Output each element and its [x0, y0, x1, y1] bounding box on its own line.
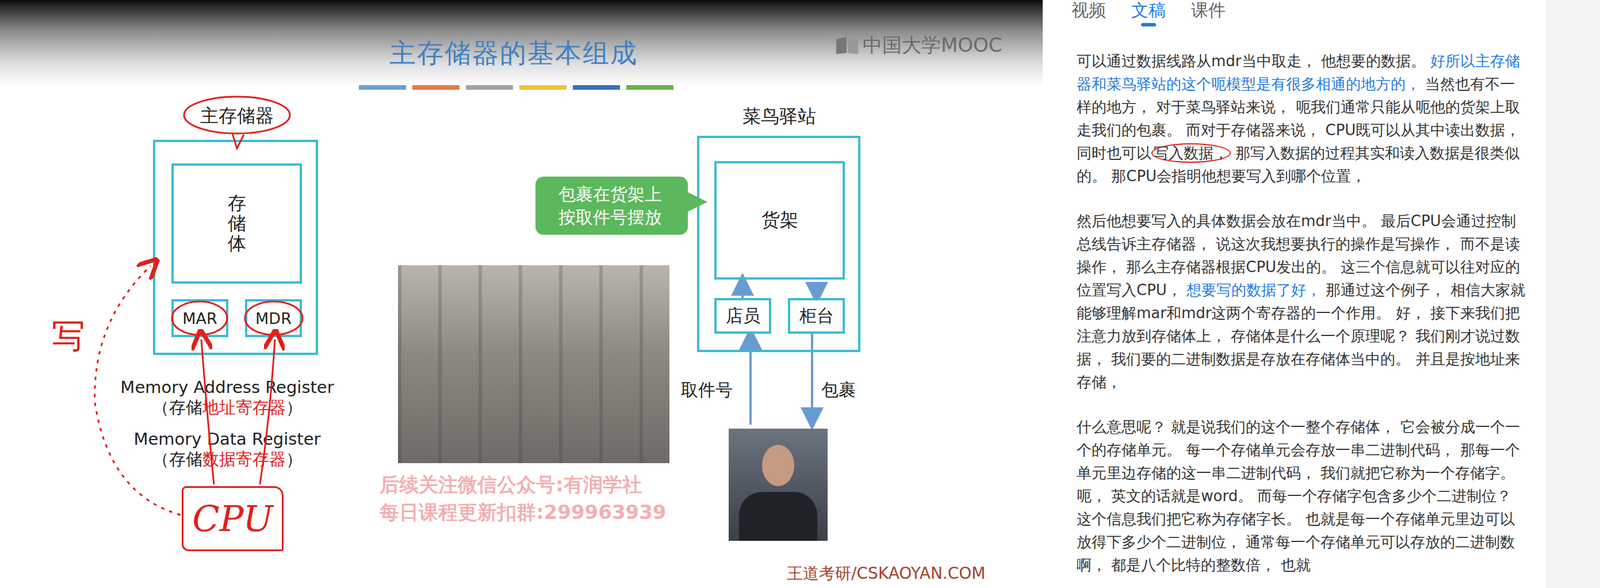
tab[interactable]: 视频	[1071, 0, 1106, 36]
legend-text: （存储	[152, 449, 203, 469]
stripe	[358, 85, 407, 90]
legend-text: 数据寄存器	[202, 449, 286, 469]
slide-footer: 王道考研/CSKAOYAN.COM	[786, 563, 986, 584]
callout: 包裹在货架上按取件号摆放	[535, 176, 688, 235]
title-stripes	[358, 85, 674, 90]
tab-label: 课件	[1191, 0, 1226, 21]
arrow	[741, 284, 744, 298]
legend-text: ）	[285, 397, 303, 417]
shelf-box: 货架	[714, 161, 845, 280]
panel-edge	[1545, 0, 1600, 588]
storage-box: 存储体	[171, 163, 302, 284]
legend-text: （存储	[152, 397, 203, 417]
video-frame[interactable]: 主存储器的基本组成中国大学MOOC主存储器存储体MARMDRMemory Add…	[0, 0, 1043, 588]
station-title: 菜鸟驿站	[736, 104, 823, 128]
transcript-text[interactable]: 想要写的数据了好，	[1186, 281, 1322, 299]
transcript-text[interactable]: 写入数据，	[1151, 143, 1231, 163]
tab-underline	[1141, 23, 1157, 27]
warehouse-photo	[397, 265, 670, 463]
counter-box: 店员	[714, 297, 772, 334]
stripe	[519, 85, 567, 90]
legend-chinese: （存储地址寄存器）	[97, 396, 357, 418]
tab[interactable]: 文稿	[1131, 0, 1166, 36]
tab-bar: 视频 文稿 课件	[1042, 0, 1546, 36]
pickup-number-label: 取件号	[680, 379, 733, 401]
circle-mark	[171, 301, 228, 335]
register-box: MDR	[245, 299, 302, 338]
dashed-arrow-mark	[94, 265, 181, 515]
side-panel: 视频 文稿 课件可以通过数据线路从mdr当中取走， 他想要的数据。 好所以主存储器和…	[1042, 0, 1600, 588]
legend-chinese: （存储数据寄存器）	[97, 448, 357, 470]
callout-pointer	[686, 191, 708, 213]
legend-english: Memory Address Register	[97, 377, 357, 397]
pointer-mark	[232, 133, 244, 149]
storage-label: 存储体	[227, 193, 247, 255]
stripe	[626, 85, 674, 90]
transcript-paragraph: 然后他想要写入的具体数据会放在mdr当中。 最后CPU会通过控制总线告诉主存储器…	[1076, 209, 1526, 394]
arrow	[810, 333, 814, 419]
tab-label: 文稿	[1131, 0, 1166, 21]
transcript-text[interactable]: 什么意思呢？ 就是说我们的这个一整个存储体， 它会被分成一个一个的存储单元。 每…	[1076, 418, 1521, 574]
stripe	[572, 85, 620, 90]
watermark-line: 后续关注微信公众号:有润学社	[379, 470, 667, 499]
mooc-logo: 中国大学MOOC	[835, 32, 1003, 59]
circle-mark	[245, 301, 303, 335]
parcel-label: 包裹	[821, 379, 856, 401]
handwritten-cpu: CPU	[181, 485, 284, 551]
arrow-mark	[259, 339, 275, 485]
stripe	[412, 85, 460, 90]
transcript-text[interactable]: 可以通过数据线路从mdr当中取走， 他想要的数据。	[1076, 52, 1431, 70]
panel-content: 视频 文稿 课件可以通过数据线路从mdr当中取走， 他想要的数据。 好所以主存储器和…	[1042, 0, 1546, 588]
register-legend: Memory Address Register（存储地址寄存器）Memory D…	[97, 377, 357, 481]
stripe	[465, 85, 514, 90]
mooc-page: 主存储器的基本组成中国大学MOOC主存储器存储体MARMDRMemory Add…	[0, 0, 1600, 588]
logo-text: 中国大学MOOC	[862, 32, 1003, 59]
transcript: 可以通过数据线路从mdr当中取走， 他想要的数据。 好所以主存储器和菜鸟驿站的这…	[1061, 35, 1546, 588]
legend-text: ）	[285, 449, 303, 469]
annotation-overlay	[0, 0, 1043, 588]
transcript-paragraph: 可以通过数据线路从mdr当中取走， 他想要的数据。 好所以主存储器和菜鸟驿站的这…	[1076, 49, 1526, 188]
watermark: 后续关注微信公众号:有润学社每日课程更新扣群:299963939	[379, 470, 667, 526]
arrow-mark	[201, 339, 214, 485]
counter-box: 柜台	[787, 297, 845, 334]
arrow	[815, 281, 818, 294]
memory-title: 主存储器	[195, 104, 279, 128]
person-photo	[728, 428, 828, 541]
handwritten-write: 写	[51, 317, 86, 355]
watermark-line: 每日课程更新扣群:299963939	[379, 498, 667, 526]
circle-mark	[184, 96, 290, 134]
person-suit	[739, 491, 818, 541]
tab[interactable]: 课件	[1191, 0, 1226, 36]
book-icon	[835, 35, 860, 56]
callout-text: 包裹在货架上按取件号摆放	[558, 182, 666, 229]
transcript-paragraph: 什么意思呢？ 就是说我们的这个一整个存储体， 它会被分成一个一个的存储单元。 每…	[1076, 415, 1526, 577]
legend-english: Memory Data Register	[97, 429, 357, 449]
legend-text: 地址寄存器	[202, 397, 286, 417]
register-box: MAR	[171, 299, 229, 338]
tab-label: 视频	[1071, 0, 1106, 21]
person-face	[762, 444, 795, 486]
